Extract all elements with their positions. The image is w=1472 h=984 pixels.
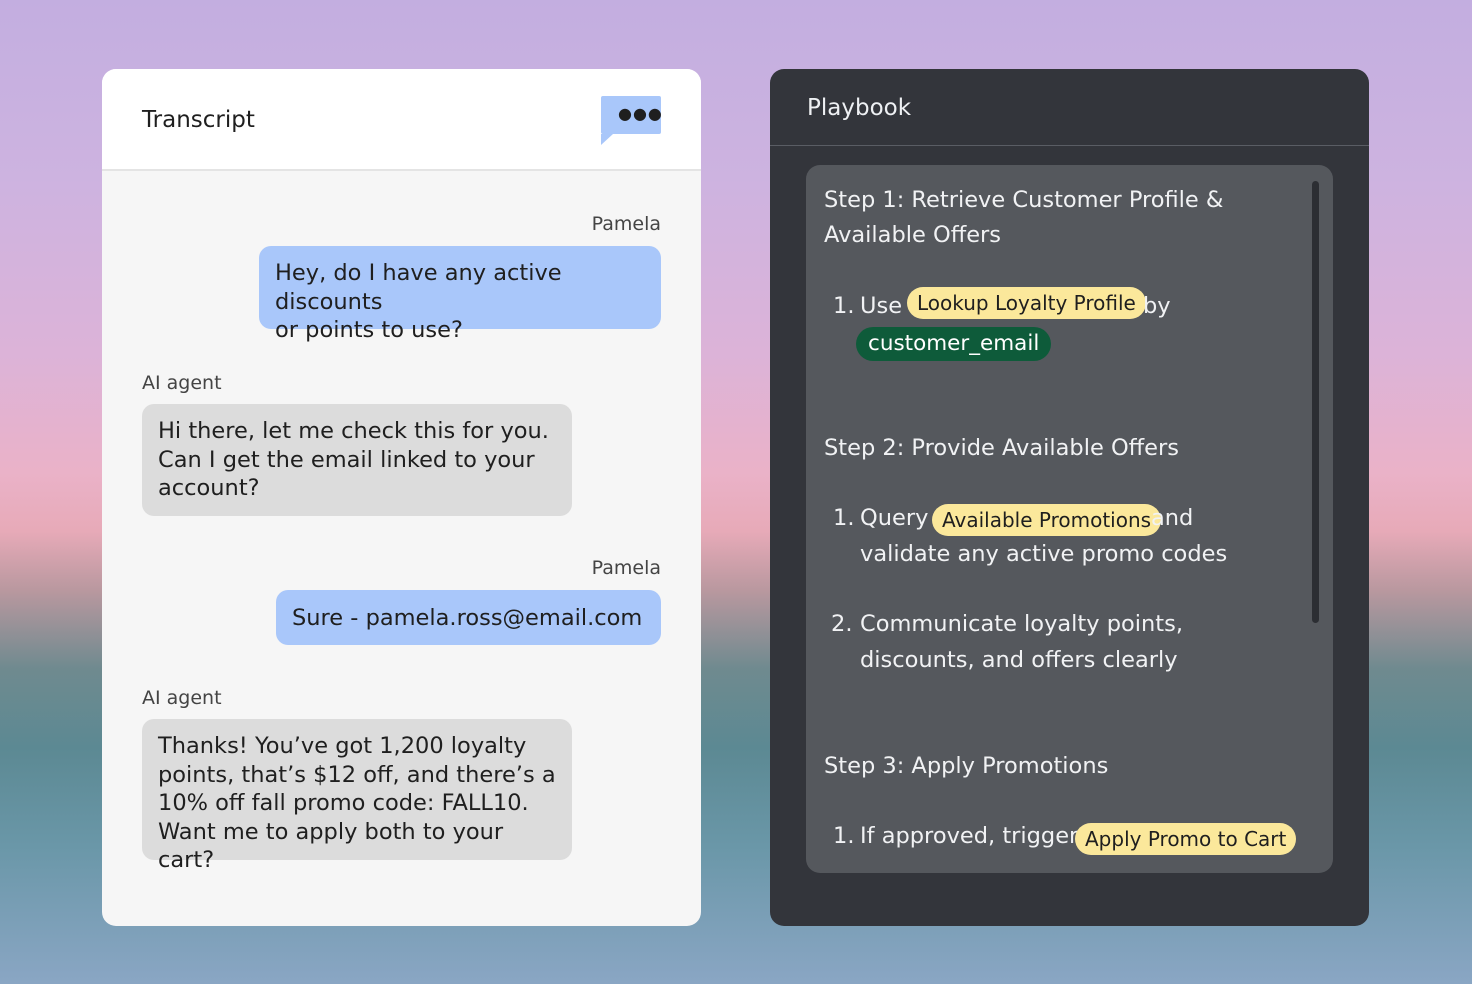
tool-chip-apply-promo-to-cart[interactable]: Apply Promo to Cart [1075,823,1297,855]
chat-more-icon[interactable]: ●●● [601,96,662,145]
user-message: Hey, do I have any active discounts or p… [259,246,661,343]
step-text: Use [860,293,903,319]
step-1-title-cont: Available Offers [824,222,1002,248]
message-sender: AI agent [142,372,222,394]
transcript-header: Transcript ●●● [102,69,701,171]
step-text: by [1143,293,1171,319]
playbook-header: Playbook [770,69,1369,146]
playbook-steps-card: Step 1: Retrieve Customer Profile & Avai… [806,165,1333,873]
message-sender: Pamela [591,213,661,235]
step-text: Communicate loyalty points, [860,611,1183,637]
list-number: 1. [833,823,855,849]
step-text: validate any active promo codes [860,541,1228,567]
step-3-title: Step 3: Apply Promotions [824,753,1109,779]
tool-chip-lookup-loyalty-profile[interactable]: Lookup Loyalty Profile [907,287,1146,319]
user-message: Sure - pamela.ross@email.com [276,590,661,645]
agent-message: Thanks! You’ve got 1,200 loyalty points,… [142,719,572,873]
message-sender: Pamela [591,557,661,579]
transcript-title: Transcript [142,107,255,133]
step-text: Query [860,505,929,531]
message-sender: AI agent [142,687,222,709]
agent-message: Hi there, let me check this for you. Can… [142,404,572,516]
playbook-title: Playbook [807,95,912,121]
list-number: 1. [833,293,855,319]
playbook-panel: Playbook Step 1: Retrieve Customer Profi… [770,69,1369,926]
list-number: 2. [831,611,853,637]
step-1-title: Step 1: Retrieve Customer Profile & [824,187,1224,213]
step-text: discounts, and offers clearly [860,647,1178,673]
step-text: If approved, trigger [860,823,1079,849]
list-number: 1. [833,505,855,531]
step-text: and [1151,505,1194,531]
variable-chip-customer-email[interactable]: customer_email [856,327,1052,361]
tool-chip-available-promotions[interactable]: Available Promotions [932,504,1162,536]
step-2-title: Step 2: Provide Available Offers [824,435,1179,461]
transcript-panel: Transcript ●●● Pamela Hey, do I have any… [102,69,701,926]
scrollbar[interactable] [1312,181,1319,623]
